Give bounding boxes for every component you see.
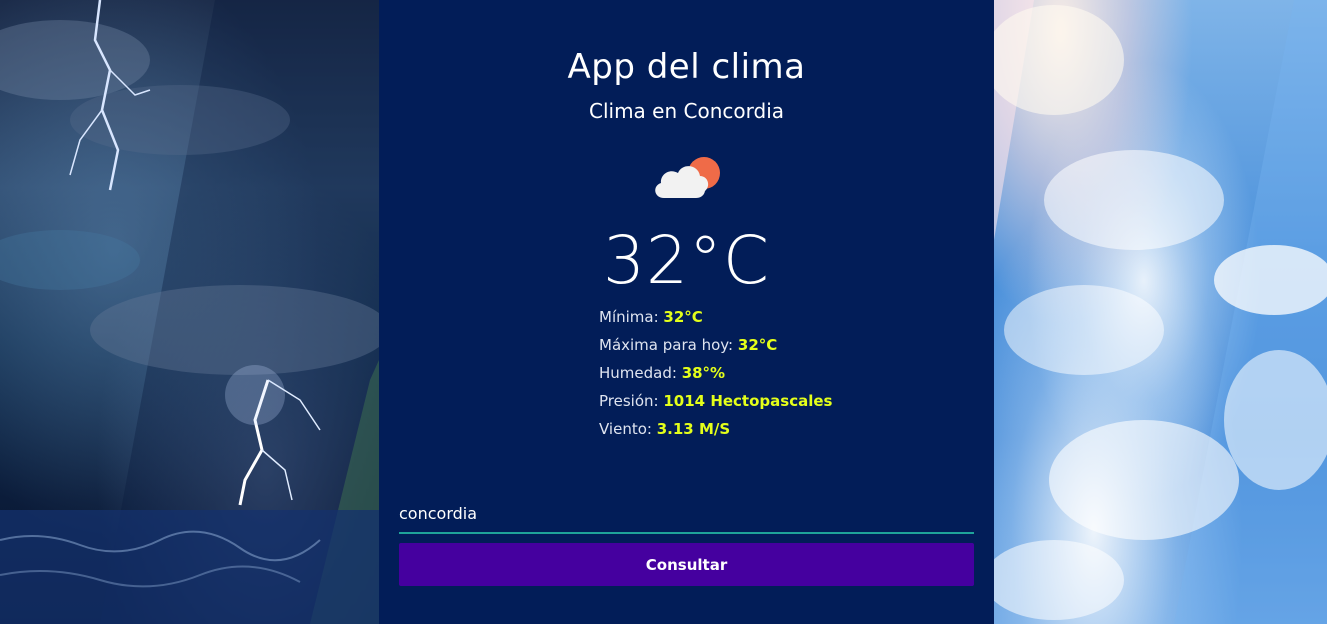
min-temp-row: Mínima: 32°C xyxy=(599,306,979,334)
detail-value: 3.13 M/S xyxy=(656,420,731,438)
pressure-row: Presión: 1014 Hectopascales xyxy=(599,390,979,418)
weather-app-page: App del clima Clima en Concordia 32°C Mí… xyxy=(0,0,1327,624)
detail-label: Humedad: xyxy=(599,364,682,382)
sky-background-image xyxy=(994,0,1327,624)
partly-cloudy-icon xyxy=(650,152,724,204)
detail-value: 32°C xyxy=(737,336,778,354)
detail-label: Máxima para hoy: xyxy=(599,336,738,354)
detail-value: 32°C xyxy=(663,308,703,326)
detail-value: 1014 Hectopascales xyxy=(663,392,833,410)
consultar-button[interactable]: Consultar xyxy=(399,543,974,586)
city-subtitle: Clima en Concordia xyxy=(589,99,784,123)
detail-label: Viento: xyxy=(599,420,657,438)
max-temp-row: Máxima para hoy: 32°C xyxy=(599,334,979,362)
detail-label: Presión: xyxy=(599,392,664,410)
wind-row: Viento: 3.13 M/S xyxy=(599,418,979,446)
app-title: App del clima xyxy=(567,47,806,87)
current-temperature: 32°C xyxy=(602,222,771,299)
detail-label: Mínima: xyxy=(599,308,664,326)
weather-panel: App del clima Clima en Concordia 32°C Mí… xyxy=(379,0,994,624)
humidity-row: Humedad: 38°% xyxy=(599,362,979,390)
detail-value: 38°% xyxy=(681,364,726,382)
storm-background-image xyxy=(0,0,379,624)
weather-details: Mínima: 32°C Máxima para hoy: 32°C Humed… xyxy=(599,306,979,446)
city-search-input[interactable] xyxy=(399,494,974,534)
